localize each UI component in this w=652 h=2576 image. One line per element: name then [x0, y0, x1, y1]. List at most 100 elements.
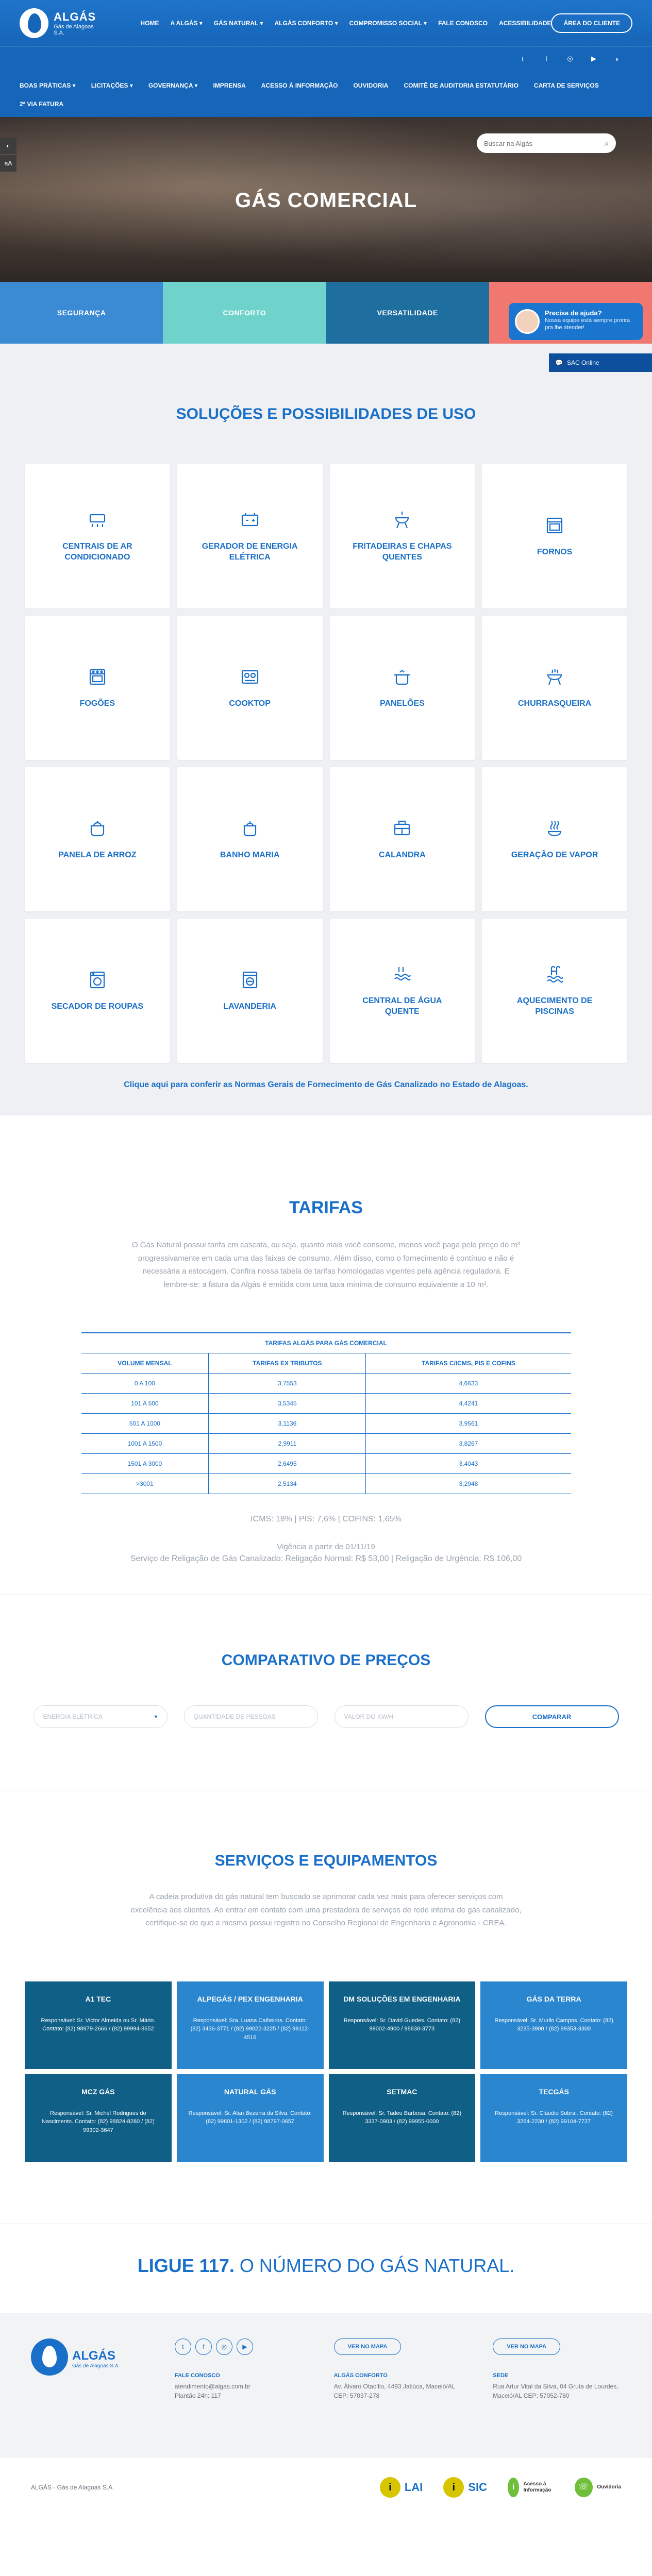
chat-icon: 💬 — [555, 359, 563, 366]
bain-marie-icon — [243, 821, 256, 836]
badge-label: LAI — [404, 2481, 423, 2494]
ouvidoria-badge[interactable]: i Acesso à Informação — [508, 2478, 554, 2497]
kwh-value-input[interactable]: VALOR DO KW/H — [334, 1705, 469, 1728]
facebook-icon[interactable]: f — [542, 54, 551, 63]
barbecue-icon — [547, 668, 562, 685]
twitter-icon[interactable]: t — [518, 54, 527, 63]
norms-link[interactable]: Clique aqui para conferir as Normas Gera… — [25, 1080, 627, 1090]
solution-tile[interactable]: AQUECIMENTO DE PISCINAS — [482, 919, 627, 1063]
nav-ouvidoria[interactable]: OUVIDORIA — [353, 82, 388, 89]
table-cell: 4,6633 — [365, 1373, 571, 1394]
comparativo-title: COMPARATIVO DE PREÇOS — [221, 1652, 431, 1669]
instagram-icon[interactable]: ◎ — [565, 54, 575, 63]
service-card: MCZ GÁS Responsável: Sr. Michel Rodrigues… — [25, 2074, 172, 2162]
nav-carta-servicos[interactable]: CARTA DE SERVIÇOS — [534, 82, 599, 89]
nav-segunda-via[interactable]: 2ª VIA FATURA — [20, 100, 63, 108]
solution-tile[interactable]: SECADOR DE ROUPAS — [25, 919, 170, 1063]
nav-compromisso-social[interactable]: COMPROMISSO SOCIAL ▾ — [349, 20, 427, 27]
solution-tile[interactable]: PANELÕES — [329, 616, 475, 760]
sac-online-button[interactable]: 💬 SAC Online — [549, 353, 652, 372]
nav-licitacoes[interactable]: LICITAÇÕES ▾ — [91, 82, 133, 89]
instagram-icon[interactable]: ◎ — [215, 2338, 232, 2355]
solutions-title: SOLUÇÕES E POSSIBILIDADES DE USO — [176, 405, 476, 422]
solution-tile[interactable]: CHURRASQUEIRA — [482, 616, 627, 760]
nav-imprensa[interactable]: IMPRENSA — [213, 82, 245, 89]
service-name: ALPEGÁS / PEX ENGENHARIA — [197, 1994, 303, 2003]
help-widget[interactable]: Precisa de ajuda? Nossa equipe está semp… — [509, 303, 643, 340]
solution-label: FRITADEIRAS E CHAPAS QUENTES — [353, 542, 452, 562]
lai-badge[interactable]: i LAI — [379, 2477, 423, 2498]
solution-tile[interactable]: CENTRAL DE ÁGUA QUENTE — [329, 919, 475, 1063]
conforto-heading: ALGÁS CONFORTO — [333, 2372, 388, 2379]
badge-label: SIC — [468, 2481, 487, 2494]
twitter-icon[interactable]: t — [174, 2338, 191, 2355]
service-card: A1 TEC Responsável: Sr. Victor Almeida ou… — [25, 1981, 172, 2069]
solution-tile[interactable]: FOGÕES — [25, 616, 170, 760]
solution-tile[interactable]: FRITADEIRAS E CHAPAS QUENTES — [329, 464, 475, 608]
page-title: GÁS COMERCIAL — [235, 189, 417, 212]
nav-gas-natural[interactable]: GÁS NATURAL ▾ — [214, 20, 263, 27]
nav-home[interactable]: HOME — [140, 20, 159, 27]
table-row: 1001 A 1500 2,9911 3,8267 — [81, 1433, 571, 1454]
map-button-sede[interactable]: VER NO MAPA — [493, 2338, 561, 2355]
table-row: 1501 A 3000 2,6495 3,4043 — [81, 1453, 571, 1474]
search-icon[interactable]: ⌕ — [605, 139, 609, 148]
table-row: 0 A 100 3,7553 4,6633 — [81, 1373, 571, 1394]
search-input[interactable] — [484, 139, 605, 147]
footer-logo[interactable]: ALGÁS Gás de Alagoas S.A. — [31, 2338, 144, 2400]
contrast-toggle-icon[interactable]: ◐ — [0, 138, 16, 154]
oven-icon — [547, 517, 563, 533]
nav-comite-auditoria[interactable]: COMITÊ DE AUDITORIA ESTATUTÁRIO — [404, 82, 518, 89]
avatar — [515, 309, 540, 334]
solution-tile[interactable]: GERADOR DE ENERGIA ELÉTRICA — [177, 464, 323, 608]
nav-a-algas[interactable]: A ALGÁS ▾ — [170, 20, 202, 27]
solution-tile[interactable]: FORNOS — [482, 464, 627, 608]
facebook-icon[interactable]: f — [195, 2338, 212, 2355]
solution-tile[interactable]: COOKTOP — [177, 616, 323, 760]
servicos-section: SERVIÇOS E EQUIPAMENTOS A cadeia produti… — [0, 1790, 652, 2224]
solution-tile[interactable]: BANHO MARIA — [177, 767, 323, 911]
table-cell: 3,4043 — [365, 1453, 571, 1474]
tab-seguranca[interactable]: SEGURANÇA — [0, 282, 163, 344]
nav-acesso-informacao[interactable]: ACESSO À INFORMAÇÃO — [261, 82, 338, 89]
youtube-icon[interactable]: ▶ — [589, 54, 598, 63]
brand-logo[interactable]: ALGÁS Gás de Alagoas S.A. — [20, 8, 104, 38]
area-cliente-button[interactable]: ÁREA DO CLIENTE — [551, 13, 632, 33]
nav-acessibilidade[interactable]: ACESSIBILIDADE — [499, 20, 551, 27]
solution-tile[interactable]: PANELA DE ARROZ — [25, 767, 170, 911]
logo-icon — [31, 2338, 68, 2376]
nav-boas-praticas[interactable]: BOAS PRÁTICAS ▾ — [20, 82, 76, 89]
compare-button[interactable]: COMPARAR — [484, 1705, 619, 1728]
contrast-icon[interactable]: ◐ — [613, 54, 622, 63]
solution-label: FORNOS — [537, 547, 573, 556]
solution-tile[interactable]: LAVANDERIA — [177, 919, 323, 1063]
calender-icon — [394, 820, 410, 835]
sede-heading: SEDE — [493, 2372, 509, 2379]
tab-versatilidade[interactable]: VERSATILIDADE — [326, 282, 489, 344]
solution-label: CHURRASQUEIRA — [518, 699, 592, 708]
rice-pot-icon — [90, 821, 104, 836]
nav-governanca[interactable]: GOVERNANÇA ▾ — [148, 82, 198, 89]
font-size-icon[interactable]: aA — [0, 155, 16, 172]
footer-brand-sub: Gás de Alagoas S.A. — [72, 2363, 120, 2369]
info-icon: i — [379, 2477, 400, 2498]
tab-conforto[interactable]: CONFORTO — [163, 282, 326, 344]
sac-label: SAC Online — [566, 359, 599, 366]
ouvidoria-badge-2[interactable]: ☏ Ouvidoria — [575, 2478, 621, 2497]
copyright: ALGÁS - Gás de Alagoas S.A. — [31, 2484, 114, 2491]
map-button-conforto[interactable]: VER NO MAPA — [333, 2338, 402, 2355]
nav-fale-conosco[interactable]: FALE CONOSCO — [438, 20, 488, 27]
service-name: NATURAL GÁS — [224, 2087, 276, 2096]
solution-tile[interactable]: GERAÇÃO DE VAPOR — [482, 767, 627, 911]
youtube-icon[interactable]: ▶ — [236, 2338, 253, 2355]
solution-tile[interactable]: CALANDRA — [329, 767, 475, 911]
sic-badge[interactable]: i SIC — [443, 2477, 487, 2498]
service-card: GÁS DA TERRA Responsável: Sr. Murilo Camp… — [480, 1981, 627, 2069]
brand-name: ALGÁS — [54, 10, 96, 23]
energy-type-select[interactable]: ENERGIA ELÉTRICA — [33, 1705, 168, 1728]
fale-text: atendimento@algas.com.br Plantão 24h: 11… — [174, 2382, 250, 2399]
nav-algas-conforto[interactable]: ALGÁS CONFORTO ▾ — [274, 20, 338, 27]
table-cell: 2,6495 — [208, 1453, 366, 1474]
solution-tile[interactable]: CENTRAIS DE AR CONDICIONADO — [25, 464, 170, 608]
people-input[interactable]: QUANTIDADE DE PESSOAS — [183, 1705, 318, 1728]
